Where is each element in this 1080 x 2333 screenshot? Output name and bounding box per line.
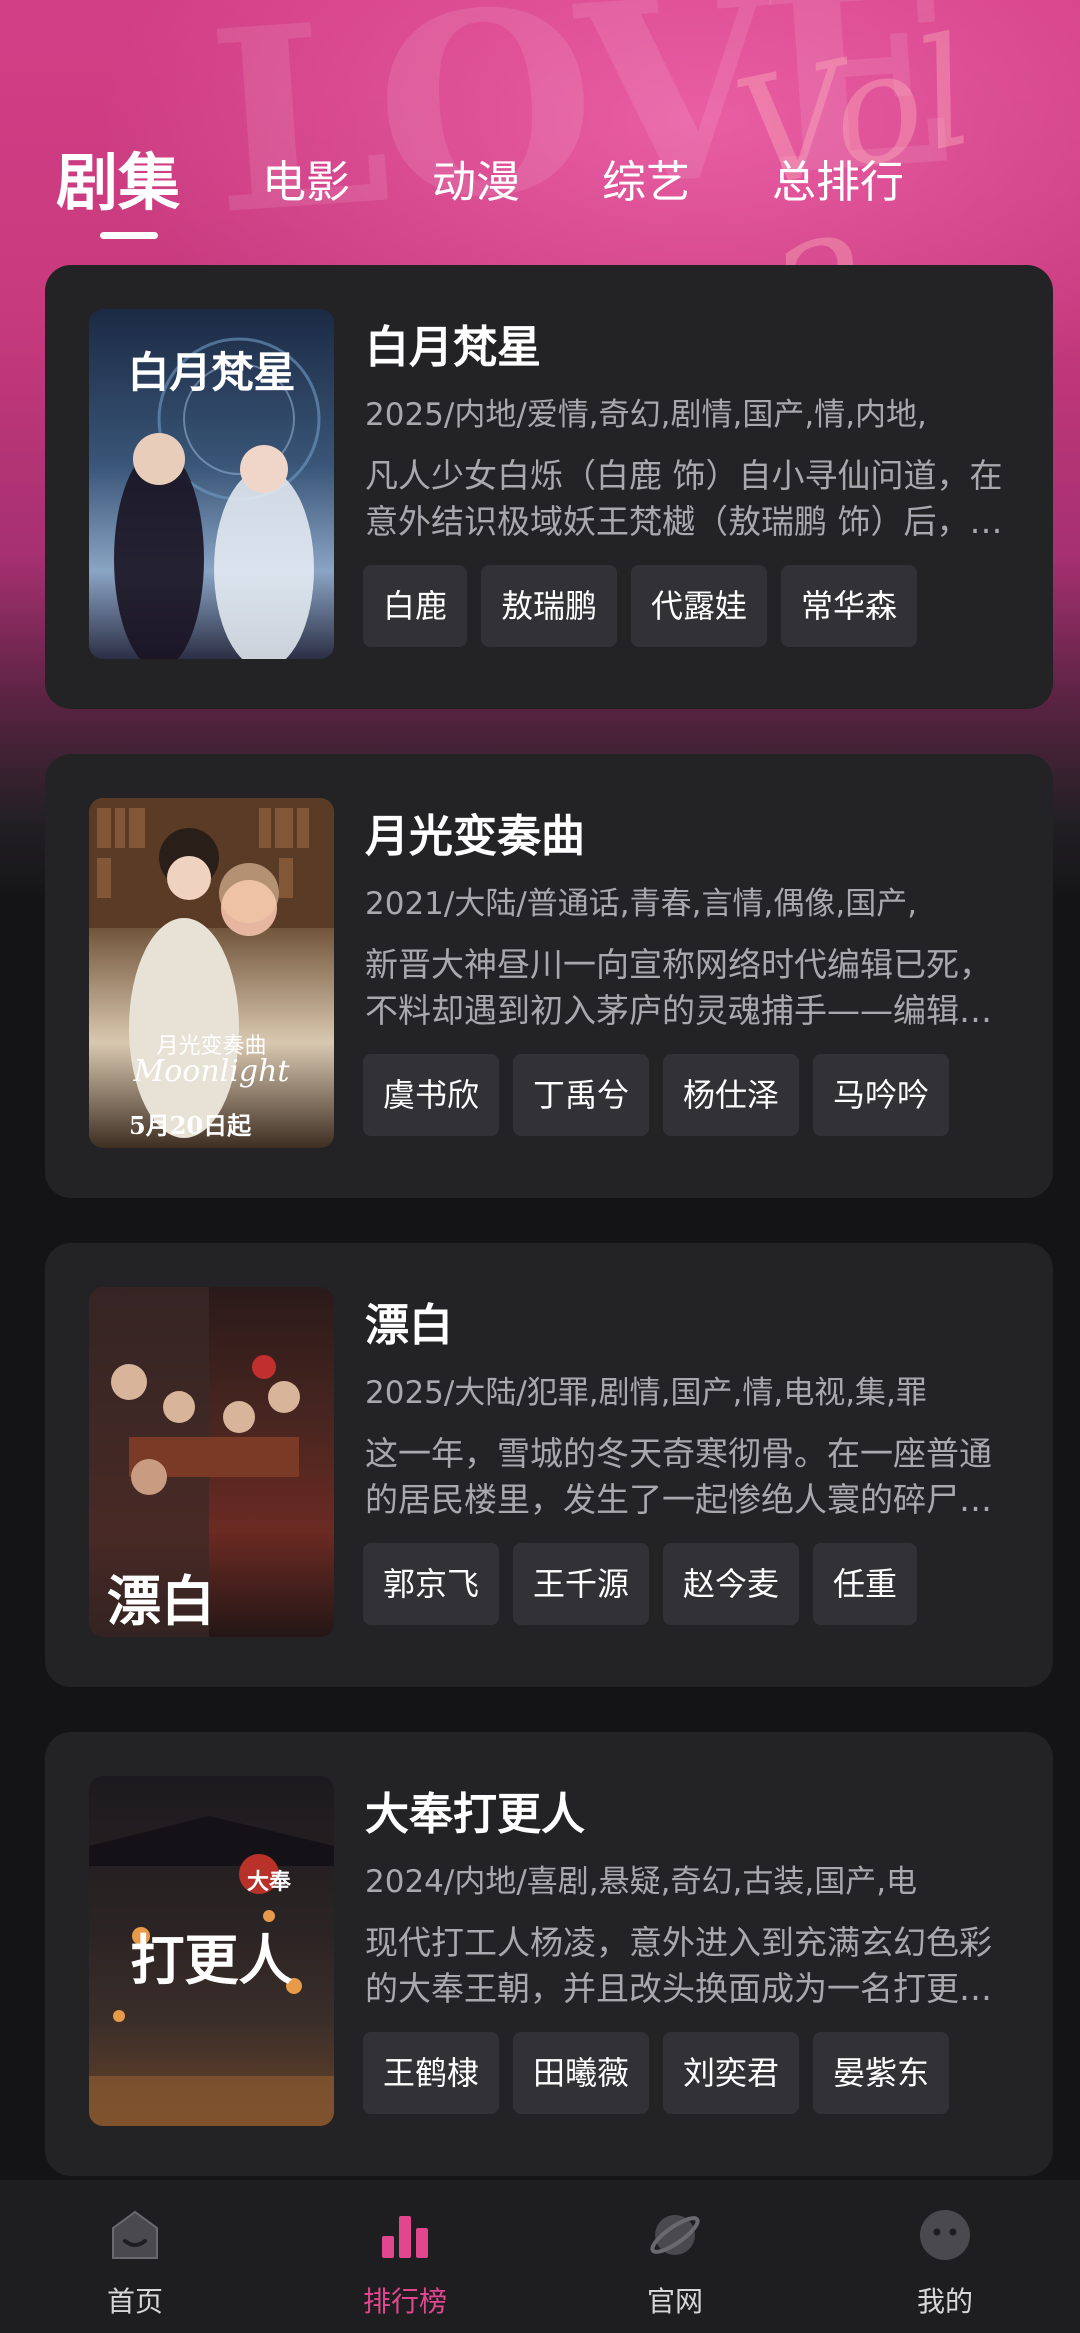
tab-movies[interactable]: 电影 xyxy=(262,146,350,210)
cast-tag[interactable]: 马吟吟 xyxy=(813,1054,950,1136)
cast-tag[interactable]: 杨仕泽 xyxy=(663,1054,800,1136)
show-card[interactable]: 漂白 漂白 2025/大陆/犯罪,剧情,国产,情,电视,集,罪 这一年，雪城的冬… xyxy=(45,1243,1053,1687)
show-card[interactable]: 月光变奏曲 Moonlight 5月20日起 月光变奏曲 2021/大陆/普通话… xyxy=(45,754,1053,1198)
cast-tag[interactable]: 常华森 xyxy=(781,565,918,647)
show-title[interactable]: 白月梵星 xyxy=(365,311,541,375)
show-meta: 2025/内地/爱情,奇幻,剧情,国产,情,内地, xyxy=(365,397,927,433)
cast-tag[interactable]: 王千源 xyxy=(513,1543,650,1625)
show-meta: 2025/大陆/犯罪,剧情,国产,情,电视,集,罪 xyxy=(365,1375,927,1411)
nav-label: 官网 xyxy=(646,2285,703,2318)
show-poster[interactable]: 白月梵星 xyxy=(89,309,334,659)
profile-icon xyxy=(920,2210,970,2260)
show-title[interactable]: 月光变奏曲 xyxy=(365,800,585,864)
home-icon xyxy=(112,2210,158,2259)
nav-ranking[interactable]: 排行榜 xyxy=(270,2180,540,2333)
tab-drama[interactable]: 剧集 xyxy=(56,132,180,222)
cast-tags: 王鹤棣 田曦薇 刘奕君 晏紫东 xyxy=(363,2032,963,2114)
poster-date: 5月20日起 xyxy=(129,1111,252,1140)
poster-subtitle: Moonlight xyxy=(133,1054,290,1089)
cast-tags: 虞书欣 丁禹兮 杨仕泽 马吟吟 xyxy=(363,1054,963,1136)
cast-tag[interactable]: 代露娃 xyxy=(631,565,768,647)
show-meta: 2024/内地/喜剧,悬疑,奇幻,古装,国产,电 xyxy=(365,1864,918,1900)
poster-subtitle: 大奉 xyxy=(247,1869,292,1895)
nav-official-site[interactable]: 官网 xyxy=(540,2180,810,2333)
show-poster[interactable]: 大奉 打更人 xyxy=(89,1776,334,2126)
tab-variety[interactable]: 综艺 xyxy=(602,146,690,210)
cast-tag[interactable]: 郭京飞 xyxy=(363,1543,500,1625)
cast-tag[interactable]: 敖瑞鹏 xyxy=(481,565,618,647)
show-card[interactable]: 大奉 打更人 大奉打更人 2024/内地/喜剧,悬疑,奇幻,古装,国产,电 现代… xyxy=(45,1732,1053,2176)
show-poster[interactable]: 漂白 xyxy=(89,1287,334,1637)
cast-tag[interactable]: 晏紫东 xyxy=(813,2032,950,2114)
show-meta: 2021/大陆/普通话,青春,言情,偶像,国产, xyxy=(365,886,918,922)
cast-tag[interactable]: 王鹤棣 xyxy=(363,2032,500,2114)
show-description: 现代打工人杨凌，意外进入到充满玄幻色彩的大奉王朝，并且改头换面成为一名打更人，由… xyxy=(365,1923,992,2008)
nav-label: 我的 xyxy=(916,2285,973,2318)
tab-overall-ranking[interactable]: 总排行 xyxy=(772,146,904,210)
cast-tag[interactable]: 虞书欣 xyxy=(363,1054,500,1136)
cast-tag[interactable]: 田曦薇 xyxy=(513,2032,650,2114)
planet-icon xyxy=(650,2215,700,2255)
cast-tag[interactable]: 白鹿 xyxy=(363,565,468,647)
poster-title: 漂白 xyxy=(107,1569,215,1633)
nav-home[interactable]: 首页 xyxy=(0,2180,270,2333)
poster-title: 白月梵星 xyxy=(127,348,296,397)
poster-title: 打更人 xyxy=(130,1928,293,1992)
show-description: 这一年，雪城的冬天奇寒彻骨。在一座普通的居民楼里，发生了一起惨绝人寰的碎尸案，刑… xyxy=(365,1434,992,1519)
show-card[interactable]: 白月梵星 白月梵星 2025/内地/爱情,奇幻,剧情,国产,情,内地, 凡人少女… xyxy=(45,265,1053,709)
nav-profile[interactable]: 我的 xyxy=(810,2180,1080,2333)
cast-tag[interactable]: 任重 xyxy=(813,1543,918,1625)
nav-label: 首页 xyxy=(106,2285,163,2318)
cast-tag[interactable]: 刘奕君 xyxy=(663,2032,800,2114)
cast-tag[interactable]: 赵今麦 xyxy=(663,1543,800,1625)
tab-anime[interactable]: 动漫 xyxy=(432,146,520,210)
show-description: 新晋大神昼川一向宣称网络时代编辑已死，不料却遇到初入茅庐的灵魂捕手——编辑邹小姐… xyxy=(365,945,992,1030)
ranking-icon xyxy=(382,2216,428,2258)
nav-label: 排行榜 xyxy=(362,2285,447,2318)
show-title[interactable]: 漂白 xyxy=(365,1289,453,1353)
category-tabs: 剧集 电影 动漫 综艺 总排行 xyxy=(0,120,1080,250)
cast-tags: 郭京飞 王千源 赵今麦 任重 xyxy=(363,1543,931,1625)
cast-tag[interactable]: 丁禹兮 xyxy=(513,1054,650,1136)
show-title[interactable]: 大奉打更人 xyxy=(365,1778,585,1842)
active-tab-indicator xyxy=(100,232,158,239)
show-poster[interactable]: 月光变奏曲 Moonlight 5月20日起 xyxy=(89,798,334,1148)
cast-tags: 白鹿 敖瑞鹏 代露娃 常华森 xyxy=(363,565,931,647)
bottom-navigation: 首页 排行榜 官网 我的 xyxy=(0,2180,1080,2333)
show-description: 凡人少女白烁（白鹿 饰）自小寻仙问道，在意外结识极域妖王梵樾（敖瑞鹏 饰）后，与… xyxy=(365,456,1003,541)
poster-art xyxy=(89,798,334,1138)
